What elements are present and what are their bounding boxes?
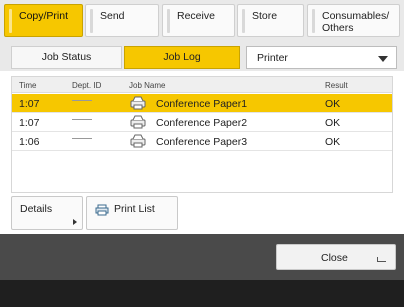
tab-job-status[interactable]: Job Status [11,46,122,69]
tab-store[interactable]: Store [237,4,304,37]
tab-indicator [242,9,245,33]
table-row[interactable]: 1:07 Conference Paper2 OK [12,113,392,132]
print-job-icon [129,134,147,151]
cell-result: OK [325,98,341,110]
tab-job-log[interactable]: Job Log [124,46,240,69]
return-icon [377,257,386,262]
footer-bar: Close [0,234,404,280]
print-list-button[interactable]: Print List [86,196,178,230]
table-row[interactable]: 1:06 Conference Paper3 OK [12,132,392,151]
status-bar [0,280,404,307]
tab-indicator [9,9,12,33]
sub-tab-row: Job Status Job Log Printer [0,43,404,71]
chevron-right-icon [73,219,77,225]
header-job-name: Job Name [129,81,166,90]
tab-label: Copy/Print [19,10,69,22]
cell-result: OK [325,117,341,129]
header-dept-id: Dept. ID [72,81,102,90]
printer-select[interactable]: Printer [246,46,397,69]
tab-indicator [312,9,315,33]
cell-result: OK [325,136,341,148]
details-label: Details [20,203,53,215]
header-time: Time [19,81,37,90]
print-job-icon [129,115,147,132]
tab-consumables-others[interactable]: Consumables/ Others [307,4,400,37]
close-label: Close [321,252,348,264]
chevron-down-icon [378,56,388,62]
printer-icon [95,204,109,219]
cell-time: 1:06 [19,136,40,148]
print-job-icon [129,96,147,113]
tab-label: Send [100,10,125,22]
tab-send[interactable]: Send [85,4,159,37]
tab-indicator [90,9,93,33]
details-button[interactable]: Details [11,196,83,230]
print-list-label: Print List [114,203,155,215]
cell-time: 1:07 [19,117,40,129]
cell-job-name: Conference Paper3 [156,136,248,148]
tab-indicator [167,9,170,33]
tab-receive[interactable]: Receive [162,4,235,37]
tab-label: Consumables/ Others [322,10,390,34]
printer-select-value: Printer [257,52,288,64]
table-header: Time Dept. ID Job Name Result [12,77,392,93]
close-button[interactable]: Close [276,244,396,270]
header-result: Result [325,81,348,90]
table-row[interactable]: 1:07 Conference Paper1 OK [12,94,392,113]
tab-label: Receive [177,10,215,22]
cell-time: 1:07 [19,98,40,110]
cell-job-name: Conference Paper1 [156,98,248,110]
top-tab-bar: Copy/Print Send Receive Store Consumable… [0,0,404,43]
job-log-table: Time Dept. ID Job Name Result 1:07 Confe… [11,76,393,193]
cell-job-name: Conference Paper2 [156,117,248,129]
tab-label: Store [252,10,278,22]
tab-copy-print[interactable]: Copy/Print [4,4,83,37]
